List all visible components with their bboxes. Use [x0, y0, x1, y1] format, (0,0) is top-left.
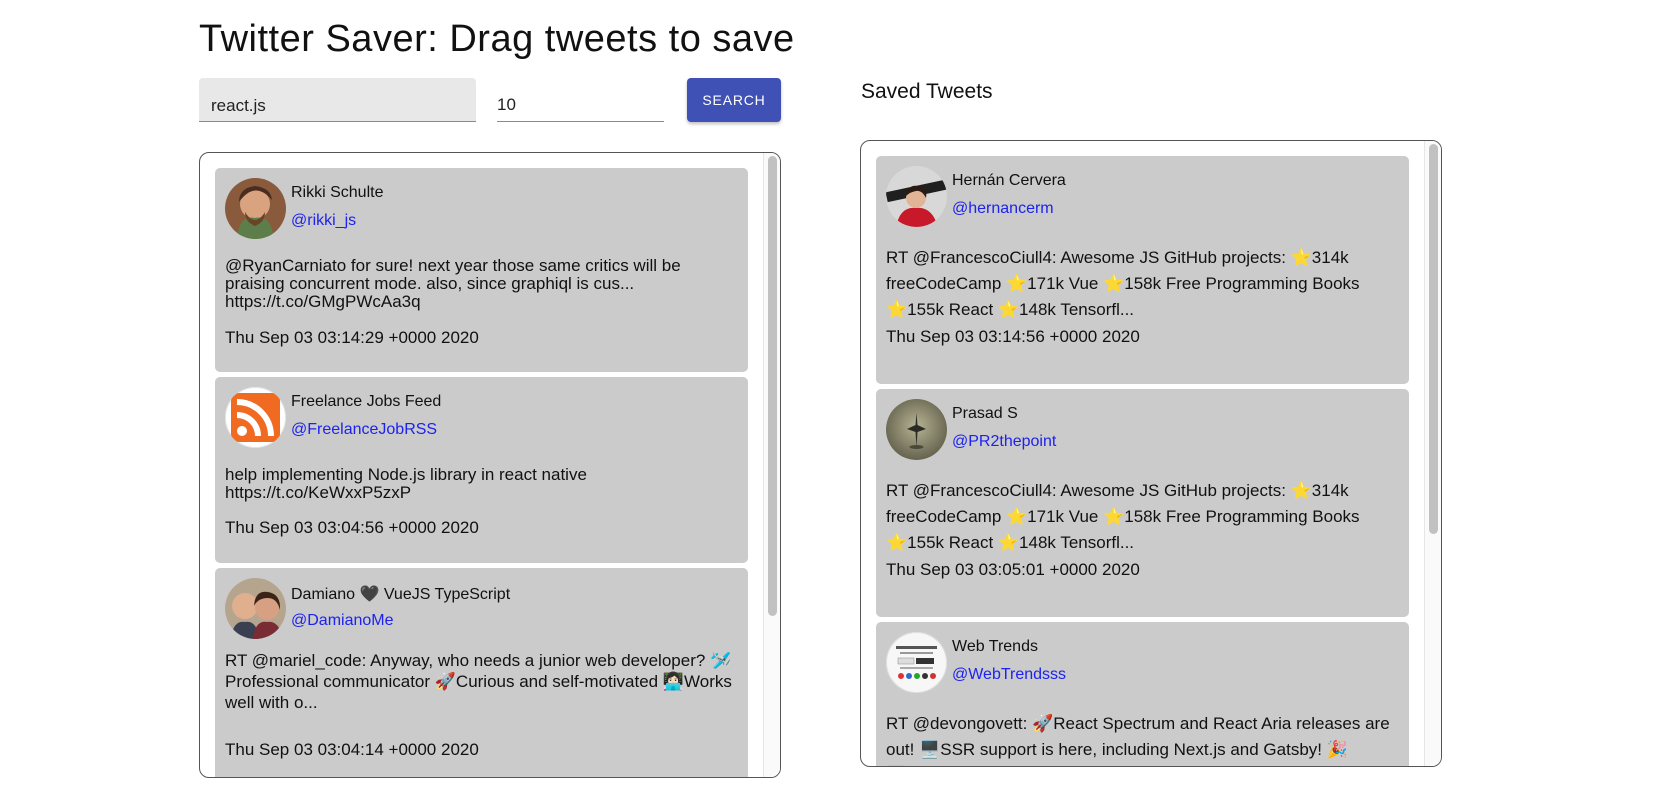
- tweet-card[interactable]: Rikki Schulte @rikki_js @RyanCarniato fo…: [215, 168, 748, 372]
- search-button[interactable]: SEARCH: [687, 78, 781, 122]
- tweet-author-name: Damiano 🖤 VueJS TypeScript: [291, 586, 511, 603]
- search-input[interactable]: [199, 78, 476, 122]
- person-avatar-icon: [225, 578, 286, 639]
- tweet-author-name: Hernán Cervera: [952, 172, 1066, 189]
- tweet-text: RT @FrancescoCiull4: Awesome JS GitHub p…: [886, 481, 1360, 552]
- tweet-text: @RyanCarniato for sure! next year those …: [225, 256, 681, 311]
- spinning-top-avatar-icon: [886, 399, 947, 460]
- results-scrollbar[interactable]: [763, 153, 780, 777]
- saved-tweets-list: Hernán Cervera @hernancerm RT @Francesco…: [861, 141, 1425, 766]
- tweet-author-handle[interactable]: @FreelanceJobRSS: [291, 421, 437, 439]
- tweet-author-handle[interactable]: @WebTrendsss: [952, 666, 1066, 684]
- tweet-author-name: Web Trends: [952, 638, 1038, 655]
- saved-tweets-panel[interactable]: Hernán Cervera @hernancerm RT @Francesco…: [860, 140, 1442, 767]
- tweet-author-handle[interactable]: @PR2thepoint: [952, 433, 1056, 451]
- tweet-card[interactable]: Damiano 🖤 VueJS TypeScript @DamianoMe RT…: [215, 568, 748, 777]
- saved-tweet-card[interactable]: Hernán Cervera @hernancerm RT @Francesco…: [876, 156, 1409, 384]
- tweet-text: RT @FrancescoCiull4: Awesome JS GitHub p…: [886, 248, 1360, 319]
- count-input[interactable]: [497, 78, 664, 122]
- tweet-card[interactable]: Freelance Jobs Feed @FreelanceJobRSS hel…: [215, 377, 748, 563]
- person-avatar-icon: [225, 178, 286, 239]
- tweet-author-name: Freelance Jobs Feed: [291, 393, 442, 410]
- saved-scroll-thumb[interactable]: [1429, 144, 1438, 534]
- saved-scrollbar[interactable]: [1424, 141, 1441, 766]
- saved-tweet-card[interactable]: Prasad S @PR2thepoint RT @FrancescoCiull…: [876, 389, 1409, 617]
- tweet-date: Thu Sep 03 03:14:56 +0000 2020: [886, 327, 1140, 346]
- tweet-author-handle[interactable]: @DamianoMe: [291, 612, 394, 630]
- saved-tweet-card[interactable]: Web Trends @WebTrendsss RT @devongovett:…: [876, 622, 1409, 766]
- search-results-list: Rikki Schulte @rikki_js @RyanCarniato fo…: [200, 153, 764, 777]
- tweet-author-handle[interactable]: @rikki_js: [291, 212, 356, 230]
- tweet-date: Thu Sep 03 03:04:14 +0000 2020: [225, 740, 479, 759]
- website-thumbnail-avatar-icon: [886, 632, 947, 693]
- tweet-date: Thu Sep 03 03:04:56 +0000 2020: [225, 518, 479, 537]
- tweet-date: Thu Sep 03 03:14:29 +0000 2020: [225, 328, 479, 347]
- tweet-author-name: Prasad S: [952, 405, 1018, 422]
- page-title: Twitter Saver: Drag tweets to save: [199, 18, 795, 60]
- rss-icon: [225, 387, 286, 448]
- search-results-panel[interactable]: Rikki Schulte @rikki_js @RyanCarniato fo…: [199, 152, 781, 778]
- tweet-text: RT @devongovett: 🚀React Spectrum and Rea…: [886, 714, 1390, 759]
- person-avatar-icon: [886, 166, 947, 227]
- saved-tweets-heading: Saved Tweets: [861, 80, 993, 103]
- results-scroll-thumb[interactable]: [768, 156, 777, 616]
- tweet-author-name: Rikki Schulte: [291, 184, 384, 201]
- tweet-author-handle[interactable]: @hernancerm: [952, 200, 1054, 218]
- tweet-text: help implementing Node.js library in rea…: [225, 465, 587, 502]
- tweet-date: Thu Sep 03 03:05:01 +0000 2020: [886, 560, 1140, 579]
- tweet-text: RT @mariel_code: Anyway, who needs a jun…: [225, 651, 732, 712]
